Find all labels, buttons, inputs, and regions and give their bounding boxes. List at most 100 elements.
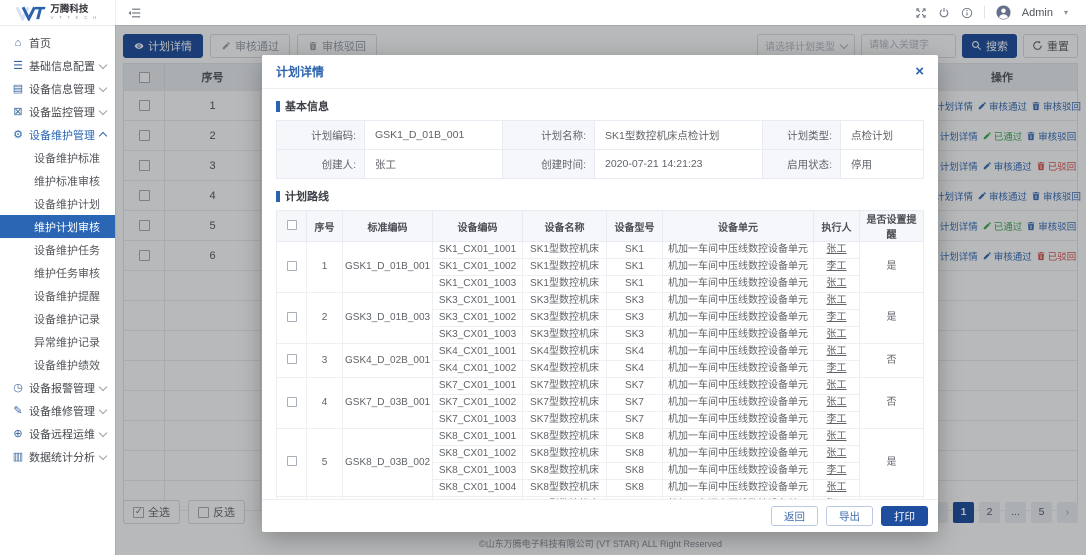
sidebar-item-basic-info-config[interactable]: ☰基础信息配置 xyxy=(0,54,115,77)
executor-link[interactable]: 张工 xyxy=(827,295,847,306)
device-code: SK7_CX01_1003 xyxy=(433,412,523,429)
device-unit: 机加一车间中压线数控设备单元 xyxy=(663,412,814,429)
sidebar-item-label: 设备报警管理 xyxy=(29,380,95,396)
device-name: SK8型数控机床 xyxy=(523,463,607,480)
info-value: 张工 xyxy=(365,150,503,179)
route-row-checkbox[interactable] xyxy=(287,397,297,407)
reminder-flag: 是 xyxy=(860,293,924,344)
brand-logo[interactable]: 万腾科技 V T T E C H xyxy=(0,0,116,25)
executor-link[interactable]: 李工 xyxy=(827,363,847,374)
sidebar-item-device-info[interactable]: ▤设备信息管理 xyxy=(0,77,115,100)
sidebar-item-device-maintenance[interactable]: ⚙设备维护管理 xyxy=(0,123,115,146)
sidebar-item-device-alarm[interactable]: ◷设备报警管理 xyxy=(0,376,115,399)
executor-link[interactable]: 张工 xyxy=(827,397,847,408)
sidebar-subitem-0[interactable]: 设备维护标准 xyxy=(0,146,115,169)
info-value: GSK1_D_01B_001 xyxy=(365,121,503,150)
route-row-checkbox[interactable] xyxy=(287,312,297,322)
device-model: SK3 xyxy=(607,293,663,310)
route-row-checkbox[interactable] xyxy=(287,456,297,466)
device-name: SK4型数控机床 xyxy=(523,344,607,361)
power-icon[interactable] xyxy=(938,7,950,19)
device-code: SK8_CX01_1002 xyxy=(433,446,523,463)
section-marker xyxy=(276,191,280,202)
route-row-checkbox[interactable] xyxy=(287,261,297,271)
device-unit: 机加一车间中压线数控设备单元 xyxy=(663,480,814,497)
username[interactable]: Admin xyxy=(1022,7,1053,19)
sidebar-subitem-5[interactable]: 维护任务审核 xyxy=(0,261,115,284)
device-unit: 机加一车间中压线数控设备单元 xyxy=(663,344,814,361)
sidebar-subitem-6[interactable]: 设备维护提醒 xyxy=(0,284,115,307)
device-unit: 机加一车间中压线数控设备单元 xyxy=(663,242,814,259)
back-button[interactable]: 返回 xyxy=(771,506,818,526)
fullscreen-icon[interactable] xyxy=(915,7,927,19)
info-label: 计划编码: xyxy=(277,121,365,150)
sidebar-subitem-8[interactable]: 异常维护记录 xyxy=(0,330,115,353)
reminder-flag: 否 xyxy=(860,378,924,429)
device-name: SK1型数控机床 xyxy=(523,276,607,293)
sidebar-collapse-icon[interactable] xyxy=(128,7,141,19)
device-model: SK4 xyxy=(607,361,663,378)
chevron-down-icon xyxy=(99,382,107,390)
sidebar-subitem-3[interactable]: 维护计划审核 xyxy=(0,215,115,238)
executor-link[interactable]: 张工 xyxy=(827,431,847,442)
executor-link[interactable]: 李工 xyxy=(827,465,847,476)
route-row-checkbox[interactable] xyxy=(287,354,297,364)
executor-link[interactable]: 张工 xyxy=(827,482,847,493)
executor-link[interactable]: 张工 xyxy=(827,278,847,289)
executor-link[interactable]: 张工 xyxy=(827,380,847,391)
modal-title: 计划详情 xyxy=(276,63,324,80)
executor-link[interactable]: 李工 xyxy=(827,312,847,323)
print-button[interactable]: 打印 xyxy=(881,506,928,526)
device-code: SK8_CX01_1001 xyxy=(433,429,523,446)
executor-link[interactable]: 张工 xyxy=(827,448,847,459)
standard-code: GSK4_D_02B_001 xyxy=(343,344,433,378)
device-model: SK8 xyxy=(607,446,663,463)
sidebar-item-device-remote[interactable]: ⊕设备远程运维 xyxy=(0,422,115,445)
executor-link[interactable]: 李工 xyxy=(827,414,847,425)
device-code: SK3_CX01_1002 xyxy=(433,310,523,327)
close-icon[interactable]: × xyxy=(915,64,924,79)
executor-link[interactable]: 张工 xyxy=(827,244,847,255)
sidebar-subitem-2[interactable]: 设备维护计划 xyxy=(0,192,115,215)
sidebar-item-device-monitor[interactable]: ⊠设备监控管理 xyxy=(0,100,115,123)
route-row: 2GSK3_D_01B_003SK3_CX01_1001SK3型数控机床SK3机… xyxy=(277,293,924,310)
info-label: 启用状态: xyxy=(763,150,841,179)
executor-link[interactable]: 张工 xyxy=(827,329,847,340)
logo-mark-icon xyxy=(16,5,46,21)
sidebar-item-label: 基础信息配置 xyxy=(29,58,95,74)
route-row: 5GSK8_D_03B_002SK8_CX01_1001SK8型数控机床SK8机… xyxy=(277,429,924,446)
sidebar-subitem-7[interactable]: 设备维护记录 xyxy=(0,307,115,330)
route-column-header: 设备编码 xyxy=(433,211,523,242)
company-subtitle: V T T E C H xyxy=(50,16,98,21)
export-button[interactable]: 导出 xyxy=(826,506,873,526)
route-select-all-checkbox[interactable] xyxy=(287,220,297,230)
device-code: SK4_CX01_1002 xyxy=(433,361,523,378)
sidebar-subitem-4[interactable]: 设备维护任务 xyxy=(0,238,115,261)
device-model: SK3 xyxy=(607,327,663,344)
sidebar-subitem-9[interactable]: 设备维护绩效 xyxy=(0,353,115,376)
reminder-flag: 否 xyxy=(860,344,924,378)
info-icon[interactable] xyxy=(961,7,973,19)
sidebar-subitem-1[interactable]: 维护标准审核 xyxy=(0,169,115,192)
sidebar-item-device-repair[interactable]: ✎设备维修管理 xyxy=(0,399,115,422)
route-row: 1GSK1_D_01B_001SK1_CX01_1001SK1型数控机床SK1机… xyxy=(277,242,924,259)
executor-link[interactable]: 张工 xyxy=(827,346,847,357)
device-code: SK1_CX01_1003 xyxy=(433,276,523,293)
sidebar-item-data-stats[interactable]: ▥数据统计分析 xyxy=(0,445,115,468)
device-model: SK3 xyxy=(607,310,663,327)
device-name: SK1型数控机床 xyxy=(523,259,607,276)
device-code: SK1_CX01_1001 xyxy=(433,242,523,259)
info-label: 创建人: xyxy=(277,150,365,179)
device-model: SK1 xyxy=(607,242,663,259)
modal-footer: 返回 导出 打印 xyxy=(262,499,938,532)
sidebar-item-label: 设备远程运维 xyxy=(29,426,95,442)
chevron-down-icon xyxy=(99,405,107,413)
executor-link[interactable]: 李工 xyxy=(827,261,847,272)
repair-icon: ✎ xyxy=(11,404,25,417)
device-model: SK7 xyxy=(607,412,663,429)
device-name: SK7型数控机床 xyxy=(523,412,607,429)
plan-detail-modal: 计划详情 × 基本信息 计划编码:GSK1_D_01B_001计划名称:SK1型… xyxy=(262,55,938,532)
device-name: SK3型数控机床 xyxy=(523,310,607,327)
sidebar-item-home[interactable]: ⌂首页 xyxy=(0,31,115,54)
reminder-flag: 是 xyxy=(860,429,924,497)
